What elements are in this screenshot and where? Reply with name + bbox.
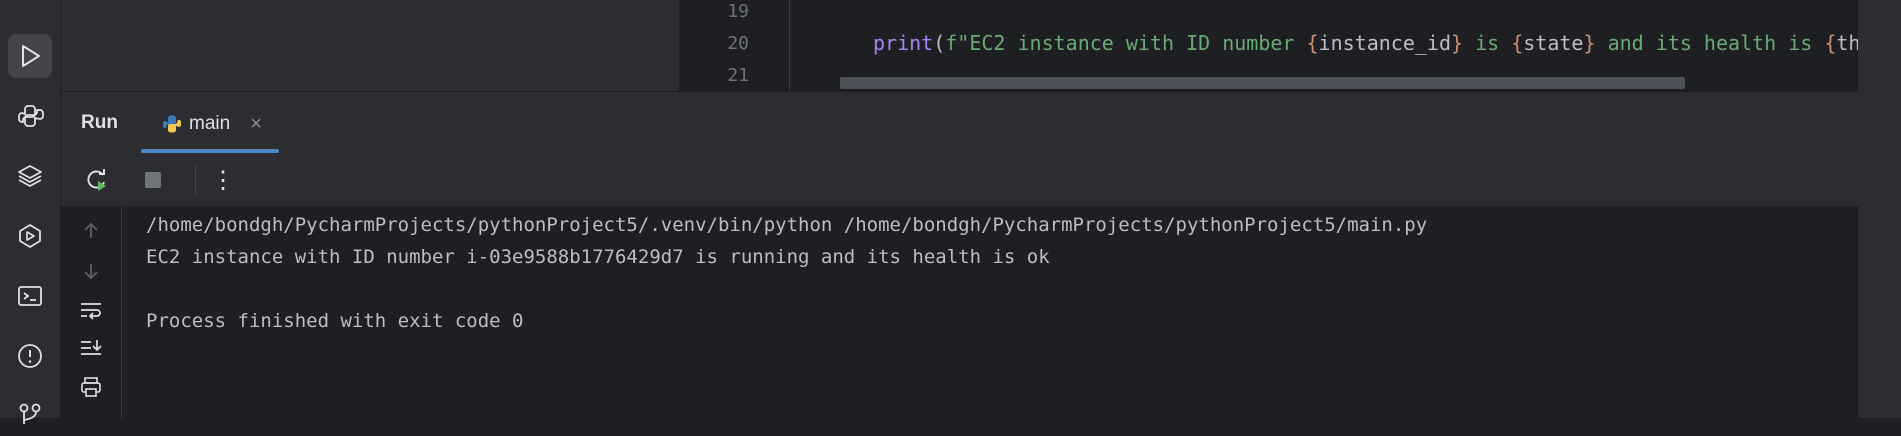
git-icon xyxy=(19,403,41,424)
code-line: print(f"EC2 instance with ID number {ins… xyxy=(873,31,1858,55)
code-token-paren: ( xyxy=(933,31,946,55)
scroll-down-icon xyxy=(84,264,98,280)
layers-icon xyxy=(18,165,42,187)
python-console-tool-button[interactable] xyxy=(8,94,52,138)
activity-bar xyxy=(0,0,61,424)
code-token-string: f"EC2 instance with ID number xyxy=(945,31,1307,55)
scroll-up-button[interactable] xyxy=(75,215,107,247)
code-token-brace: { xyxy=(1306,31,1319,55)
run-icon xyxy=(22,45,40,67)
run-tab-main[interactable]: main × xyxy=(161,104,262,144)
project-panel xyxy=(61,0,679,91)
console-line: EC2 instance with ID number i-03e9588b17… xyxy=(146,246,1050,268)
soft-wrap-button[interactable] xyxy=(75,295,107,327)
run-tool-button[interactable] xyxy=(8,34,52,78)
problems-icon xyxy=(18,344,42,368)
line-number: 19 xyxy=(727,1,749,22)
active-tab-indicator xyxy=(141,149,279,153)
code-token-variable: th xyxy=(1836,31,1858,55)
line-number: 20 xyxy=(727,33,749,54)
scroll-up-icon xyxy=(84,222,98,238)
toolbar-separator xyxy=(195,164,196,196)
console-line: /home/bondgh/PycharmProjects/pythonProje… xyxy=(146,214,1428,236)
rerun-button[interactable] xyxy=(81,164,113,196)
python-file-icon xyxy=(163,115,181,133)
problems-tool-button[interactable] xyxy=(8,334,52,378)
close-icon[interactable]: × xyxy=(250,113,262,136)
code-token-brace: } xyxy=(1583,31,1596,55)
editor-gutter: 19 20 21 xyxy=(679,0,790,91)
horizontal-scrollbar[interactable] xyxy=(840,77,1685,89)
rerun-icon xyxy=(87,169,106,191)
terminal-tool-button[interactable] xyxy=(8,274,52,318)
code-token-brace: } xyxy=(1451,31,1464,55)
stop-button[interactable] xyxy=(137,164,169,196)
more-icon[interactable]: ⋮ xyxy=(207,164,239,196)
layers-tool-button[interactable] xyxy=(8,154,52,198)
services-icon xyxy=(19,224,41,248)
code-token-variable: instance_id xyxy=(1318,31,1451,55)
soft-wrap-icon xyxy=(81,303,101,320)
scroll-down-button[interactable] xyxy=(75,255,107,287)
line-number: 21 xyxy=(727,65,749,86)
run-panel-title: Run xyxy=(81,112,118,133)
stop-icon xyxy=(145,172,161,188)
run-tool-window-header: Run main × xyxy=(61,91,1858,155)
print-icon xyxy=(81,377,101,397)
code-token-function: print xyxy=(873,31,934,55)
services-tool-button[interactable] xyxy=(8,214,52,258)
python-console-icon xyxy=(18,105,44,127)
code-token-brace: { xyxy=(1511,31,1524,55)
scroll-to-end-icon xyxy=(81,340,102,355)
run-tab-label: main xyxy=(189,113,231,134)
code-token-string: and its health is xyxy=(1595,31,1825,55)
run-toolbar: ⋮ xyxy=(61,154,1858,207)
terminal-icon xyxy=(18,286,42,306)
code-token-brace: { xyxy=(1824,31,1837,55)
console-gutter xyxy=(61,207,122,418)
print-button[interactable] xyxy=(75,371,107,403)
code-token-string: is xyxy=(1463,31,1512,55)
right-panel-strip xyxy=(1858,0,1901,418)
code-token-variable: state xyxy=(1523,31,1584,55)
console-output[interactable]: /home/bondgh/PycharmProjects/pythonProje… xyxy=(122,207,1858,418)
git-tool-button[interactable] xyxy=(8,392,52,436)
console-line: Process finished with exit code 0 xyxy=(146,310,524,332)
scroll-to-end-button[interactable] xyxy=(75,333,107,365)
